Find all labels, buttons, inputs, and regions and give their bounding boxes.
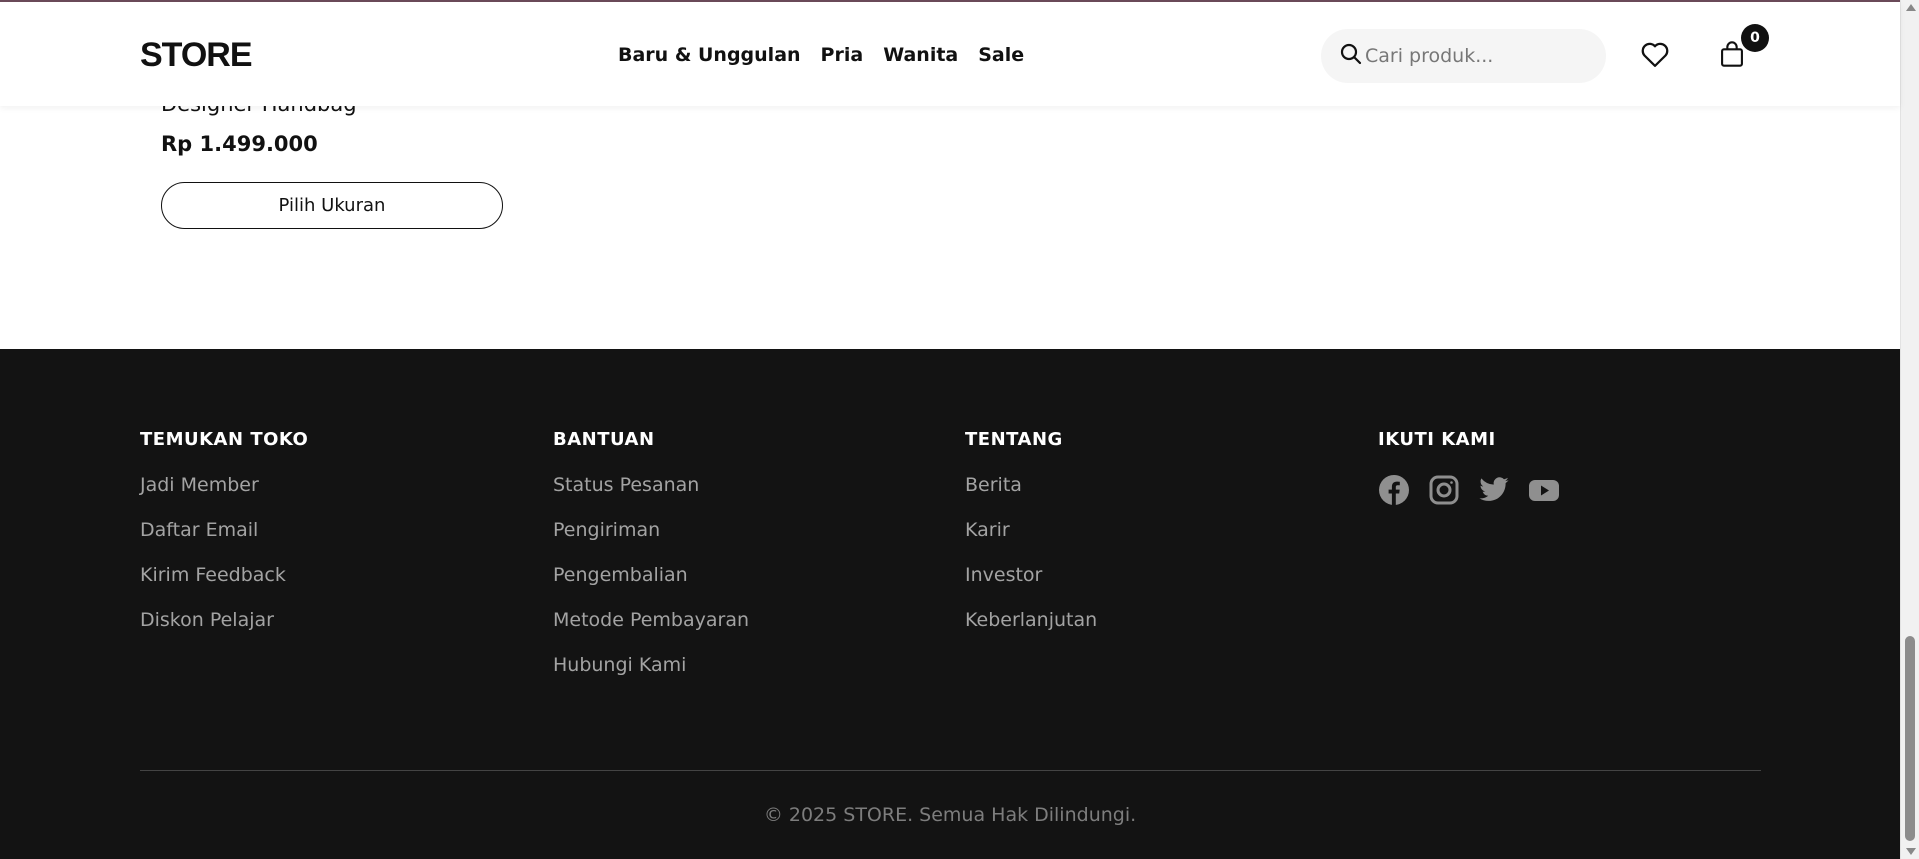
scrollbar-thumb[interactable] — [1905, 636, 1915, 841]
footer-heading: BANTUAN — [553, 429, 655, 450]
footer-column-help: BANTUAN Status Pesanan Pengiriman Pengem… — [553, 429, 749, 699]
footer-link-shipping[interactable]: Pengiriman — [553, 519, 749, 564]
scroll-down-arrow-icon[interactable] — [1906, 848, 1916, 855]
cart-count-badge: 0 — [1741, 24, 1769, 52]
instagram-icon[interactable] — [1428, 474, 1460, 506]
footer-link-returns[interactable]: Pengembalian — [553, 564, 749, 609]
search-icon — [1339, 42, 1363, 70]
footer-column-find-store: TEMUKAN TOKO Jadi Member Daftar Email Ki… — [140, 429, 308, 654]
site-footer: TEMUKAN TOKO Jadi Member Daftar Email Ki… — [0, 349, 1900, 859]
footer-link-member[interactable]: Jadi Member — [140, 474, 308, 519]
choose-size-button[interactable]: Pilih Ukuran — [161, 182, 503, 229]
search-input[interactable] — [1365, 45, 1585, 67]
shopping-bag-icon — [1719, 40, 1745, 72]
scroll-up-arrow-icon[interactable] — [1906, 4, 1916, 11]
product-price: Rp 1.499.000 — [161, 132, 318, 156]
favorites-button[interactable] — [1637, 38, 1673, 74]
footer-divider — [140, 770, 1761, 771]
search-box[interactable] — [1321, 29, 1606, 83]
page-scrollbar[interactable] — [1900, 0, 1919, 859]
footer-heading: TEMUKAN TOKO — [140, 429, 309, 450]
footer-column-follow: IKUTI KAMI — [1378, 429, 1560, 506]
youtube-icon[interactable] — [1528, 474, 1560, 506]
footer-link-student-discount[interactable]: Diskon Pelajar — [140, 609, 308, 654]
social-links — [1378, 474, 1560, 506]
footer-link-investors[interactable]: Investor — [965, 564, 1097, 609]
footer-column-about: TENTANG Berita Karir Investor Keberlanju… — [965, 429, 1097, 654]
main-nav: Baru & Unggulan Pria Wanita Sale — [618, 44, 1024, 66]
footer-link-contact[interactable]: Hubungi Kami — [553, 654, 749, 699]
footer-link-careers[interactable]: Karir — [965, 519, 1097, 564]
footer-heading: IKUTI KAMI — [1378, 429, 1496, 450]
copyright-text: © 2025 STORE. Semua Hak Dilindungi. — [763, 804, 1137, 826]
nav-item-women[interactable]: Wanita — [883, 44, 958, 66]
footer-link-news[interactable]: Berita — [965, 474, 1097, 519]
twitter-icon[interactable] — [1478, 474, 1510, 506]
store-logo[interactable]: STORE — [140, 36, 253, 75]
heart-icon — [1640, 40, 1670, 72]
footer-link-order-status[interactable]: Status Pesanan — [553, 474, 749, 519]
site-header: STORE Baru & Unggulan Pria Wanita Sale 0 — [0, 2, 1900, 106]
nav-item-sale[interactable]: Sale — [978, 44, 1024, 66]
footer-link-sustainability[interactable]: Keberlanjutan — [965, 609, 1097, 654]
footer-link-feedback[interactable]: Kirim Feedback — [140, 564, 308, 609]
footer-heading: TENTANG — [965, 429, 1063, 450]
facebook-icon[interactable] — [1378, 474, 1410, 506]
nav-item-men[interactable]: Pria — [821, 44, 864, 66]
footer-link-email-signup[interactable]: Daftar Email — [140, 519, 308, 564]
nav-item-new-featured[interactable]: Baru & Unggulan — [618, 44, 801, 66]
footer-link-payment-methods[interactable]: Metode Pembayaran — [553, 609, 749, 654]
